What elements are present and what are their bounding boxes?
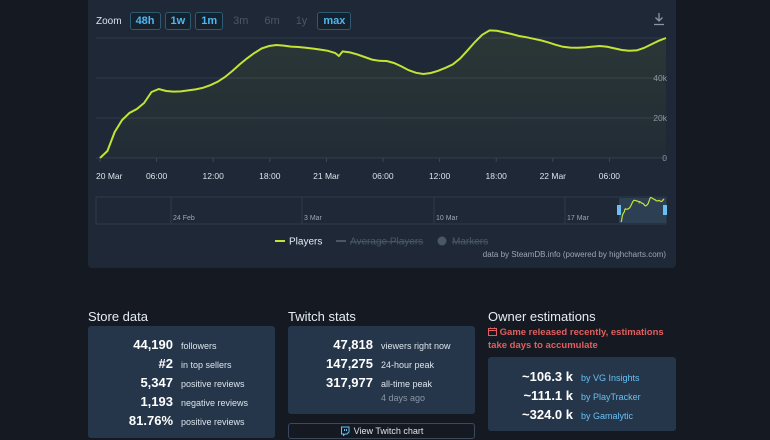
twitch-label: 24-hour peak xyxy=(381,360,435,370)
store-value: 1,193 xyxy=(140,394,173,409)
view-twitch-chart-button[interactable]: View Twitch chart xyxy=(288,423,475,439)
owner-value: ~324.0 k xyxy=(522,407,573,422)
legend-symbol xyxy=(437,236,447,246)
legend-item[interactable]: Average Players xyxy=(336,237,423,248)
owner-row: ~106.3 k by VG Insights xyxy=(488,369,676,384)
twitch-stats-card: 47,818 viewers right now 147,275 24-hour… xyxy=(288,326,475,414)
chart-panel: Zoom 48h 1w 1m 3m 6m 1y max 20 Mar 06:00 1… xyxy=(88,0,676,268)
x-tick-label: 22 Mar xyxy=(540,171,567,181)
store-label: negative reviews xyxy=(181,398,249,408)
navigator-label: 24 Feb xyxy=(173,215,195,222)
twitch-label: viewers right now xyxy=(381,341,451,351)
x-tick-label: 12:00 xyxy=(203,171,225,181)
store-row: 5,347 positive reviews xyxy=(88,375,245,390)
x-tick-label: 06:00 xyxy=(146,171,168,181)
owners-warning-text: Game released recently, estimations take… xyxy=(488,327,664,351)
chart-credits[interactable]: data by SteamDB.info (powered by highcha… xyxy=(483,250,666,259)
twitch-label: all-time peak xyxy=(381,379,433,389)
players-area xyxy=(100,30,666,158)
store-value: 5,347 xyxy=(140,375,173,390)
store-label: in top sellers xyxy=(181,360,232,370)
store-value: #2 xyxy=(158,356,173,371)
navigator-selection[interactable] xyxy=(619,198,666,223)
navigator-label: 10 Mar xyxy=(436,215,458,222)
twitch-value: 317,977 xyxy=(326,375,373,390)
legend-label: Markers xyxy=(452,237,488,248)
navigator-handle-left[interactable] xyxy=(617,205,621,215)
store-label: positive reviews xyxy=(181,379,245,389)
twitch-row: 147,275 24-hour peak xyxy=(288,356,434,371)
view-twitch-chart-label: View Twitch chart xyxy=(353,426,424,436)
twitch-value: 47,818 xyxy=(333,337,373,352)
x-tick-label: 18:00 xyxy=(486,171,508,181)
y-tick-label: 0 xyxy=(662,153,667,163)
store-row: 44,190 followers xyxy=(88,337,217,352)
x-tick-label: 06:00 xyxy=(372,171,394,181)
legend-item[interactable]: Players xyxy=(275,237,322,248)
owner-value: ~106.3 k xyxy=(522,369,573,384)
twitch-peak-ago: 4 days ago xyxy=(381,393,426,403)
legend-item[interactable]: Markers xyxy=(437,236,489,248)
legend-label: Players xyxy=(289,237,322,248)
store-label: positive reviews xyxy=(181,417,245,427)
navigator-label: 17 Mar xyxy=(567,215,589,222)
store-data-card: 44,190 followers #2 in top sellers 5,347… xyxy=(88,326,275,438)
twitch-value: 147,275 xyxy=(326,356,373,371)
legend-label: Average Players xyxy=(350,237,423,248)
owners-warning: Game released recently, estimations take… xyxy=(488,326,678,352)
navigator-handle-right[interactable] xyxy=(663,205,667,215)
players-chart[interactable]: 20 Mar 06:00 12:00 18:00 21 Mar 06:00 12:00 18:… xyxy=(88,0,676,268)
store-data-title: Store data xyxy=(88,309,148,324)
owner-value: ~111.1 k xyxy=(523,388,573,403)
y-tick-label: 40k xyxy=(653,73,667,83)
store-row: #2 in top sellers xyxy=(88,356,232,371)
x-tick-label: 21 Mar xyxy=(313,171,340,181)
twitch-row: 47,818 viewers right now xyxy=(288,337,451,352)
x-tick-label: 18:00 xyxy=(259,171,281,181)
store-row: 81.76% positive reviews xyxy=(88,413,245,428)
store-value: 81.76% xyxy=(128,413,173,428)
calendar-icon xyxy=(488,327,497,336)
owner-estimations-card: ~106.3 k by VG Insights ~111.1 k by Play… xyxy=(488,357,676,431)
x-tick-label: 06:00 xyxy=(599,171,621,181)
owner-source-link[interactable]: by VG Insights xyxy=(581,373,640,383)
twitch-row: 317,977 all-time peak xyxy=(288,375,432,390)
owner-source-link[interactable]: by PlayTracker xyxy=(581,392,641,402)
twitch-stats-title: Twitch stats xyxy=(288,309,356,324)
store-value: 44,190 xyxy=(133,337,173,352)
owner-row: ~324.0 k by Gamalytic xyxy=(488,407,676,422)
owner-row: ~111.1 k by PlayTracker xyxy=(488,388,676,403)
twitch-icon xyxy=(340,426,350,436)
owner-estimations-title: Owner estimations xyxy=(488,309,596,324)
x-tick-label: 12:00 xyxy=(429,171,451,181)
store-row: 1,193 negative reviews xyxy=(88,394,248,409)
owner-source-link[interactable]: by Gamalytic xyxy=(581,411,633,421)
y-tick-label: 20k xyxy=(653,113,667,123)
x-tick-label: 20 Mar xyxy=(96,171,123,181)
navigator-label: 3 Mar xyxy=(304,215,323,222)
store-label: followers xyxy=(181,341,217,351)
